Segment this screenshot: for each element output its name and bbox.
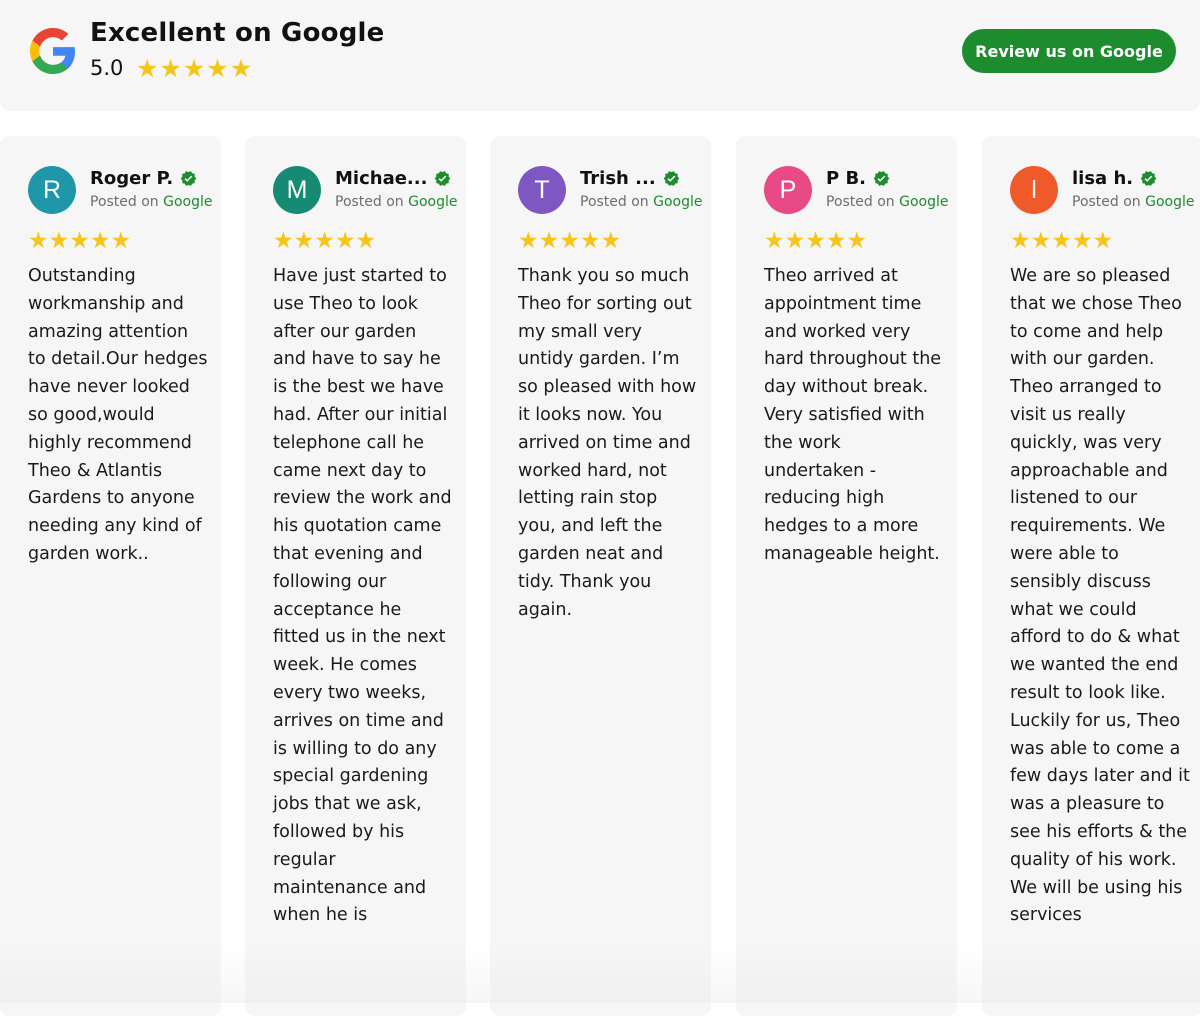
star-icon: ★ [805,228,826,254]
reviewer-name-row: Roger P. [90,168,197,189]
google-logo-icon [30,28,76,74]
posted-on-label: Posted on Google [335,194,458,210]
star-icon: ★ [69,228,90,254]
star-icon: ★ [600,228,622,254]
star-icon: ★ [159,54,182,83]
reviewer-name: Michae... [335,168,428,189]
star-icon: ★ [48,228,70,254]
posted-on-label: Posted on Google [1072,194,1195,210]
review-text: Thank you so much Theo for sorting out m… [518,266,697,620]
header-title: Excellent on Google [90,18,385,48]
star-icon: ★ [182,54,206,83]
overall-rating: 5.0 [90,56,124,80]
posted-prefix: Posted on [90,194,164,210]
reviewer-name: lisa h. [1072,168,1134,189]
verified-check-icon [180,170,197,187]
star-icon: ★ [559,228,580,254]
header-star-rating: ★ ★ ★ ★ ★ [136,56,252,81]
avatar: M [273,166,321,214]
star-icon: ★ [518,228,539,254]
reviewer-name-row: P B. [826,168,890,189]
review-star-rating: ★ ★ ★ ★ ★ [28,230,131,253]
avatar: l [1010,166,1058,214]
posted-source-link[interactable]: Google [1145,194,1194,210]
star-icon: ★ [355,228,377,254]
star-icon: ★ [110,228,132,254]
review-card: PP B. Posted on Google ★ ★ ★ ★ ★ Theo arrived a… [736,136,957,1016]
review-text: Have just started to use Theo to look af… [273,266,452,926]
reviewer-name-row: Trish ... [580,168,680,189]
star-icon: ★ [764,228,785,254]
review-star-rating: ★ ★ ★ ★ ★ [273,230,376,253]
posted-source-link[interactable]: Google [408,194,457,210]
reviewer-name: P B. [826,168,867,189]
star-icon: ★ [1071,228,1093,254]
avatar: P [764,166,812,214]
posted-prefix: Posted on [826,194,900,210]
reviewer-name-row: Michae... [335,168,451,189]
star-icon: ★ [825,228,847,254]
review-star-rating: ★ ★ ★ ★ ★ [1010,230,1113,253]
star-icon: ★ [229,54,253,83]
star-icon: ★ [314,228,335,254]
avatar: T [518,166,566,214]
avatar: R [28,166,76,214]
review-card: T Trish ... Posted on Google ★ ★ ★ ★ ★ Thank you… [490,136,711,1016]
star-icon: ★ [538,228,560,254]
review-card: R Roger P. Posted on Google ★ ★ ★ ★ ★ Outstandin… [0,136,221,1016]
star-icon: ★ [1010,228,1031,254]
review-card: l lisa h. Posted on Google ★ ★ ★ ★ ★ We are so p… [982,136,1200,1016]
star-icon: ★ [579,228,601,254]
review-us-button[interactable]: Review us on Google [962,29,1176,73]
star-icon: ★ [1030,228,1052,254]
star-icon: ★ [273,228,294,254]
reviewer-name: Trish ... [580,168,656,189]
star-icon: ★ [293,228,315,254]
star-icon: ★ [206,54,229,83]
rating-header: Excellent on Google 5.0 ★ ★ ★ ★ ★ Review us … [0,0,1200,111]
posted-source-link[interactable]: Google [163,194,212,210]
star-icon: ★ [89,228,111,254]
star-icon: ★ [784,228,806,254]
posted-on-label: Posted on Google [90,194,213,210]
review-star-rating: ★ ★ ★ ★ ★ [518,230,621,253]
posted-on-label: Posted on Google [580,194,703,210]
review-star-rating: ★ ★ ★ ★ ★ [764,230,867,253]
star-icon: ★ [846,228,868,254]
posted-source-link[interactable]: Google [653,194,702,210]
review-card: M Michae... Posted on Google ★ ★ ★ ★ ★ Have just… [245,136,466,1016]
posted-prefix: Posted on [1072,194,1146,210]
posted-prefix: Posted on [580,194,654,210]
verified-check-icon [1140,170,1157,187]
review-text: Outstanding workmanship and amazing atte… [28,266,208,564]
reviewer-name: Roger P. [90,168,174,189]
star-icon: ★ [334,228,356,254]
posted-on-label: Posted on Google [826,194,949,210]
reviewer-name-row: lisa h. [1072,168,1157,189]
review-text: We are so pleased that we chose Theo to … [1010,266,1190,926]
star-icon: ★ [1092,228,1114,254]
star-icon: ★ [28,228,49,254]
star-icon: ★ [136,54,159,83]
posted-source-link[interactable]: Google [899,194,948,210]
posted-prefix: Posted on [335,194,409,210]
star-icon: ★ [1051,228,1072,254]
review-text: Theo arrived at appointment time and wor… [764,266,942,564]
verified-check-icon [873,170,890,187]
verified-check-icon [663,170,680,187]
verified-check-icon [434,170,451,187]
